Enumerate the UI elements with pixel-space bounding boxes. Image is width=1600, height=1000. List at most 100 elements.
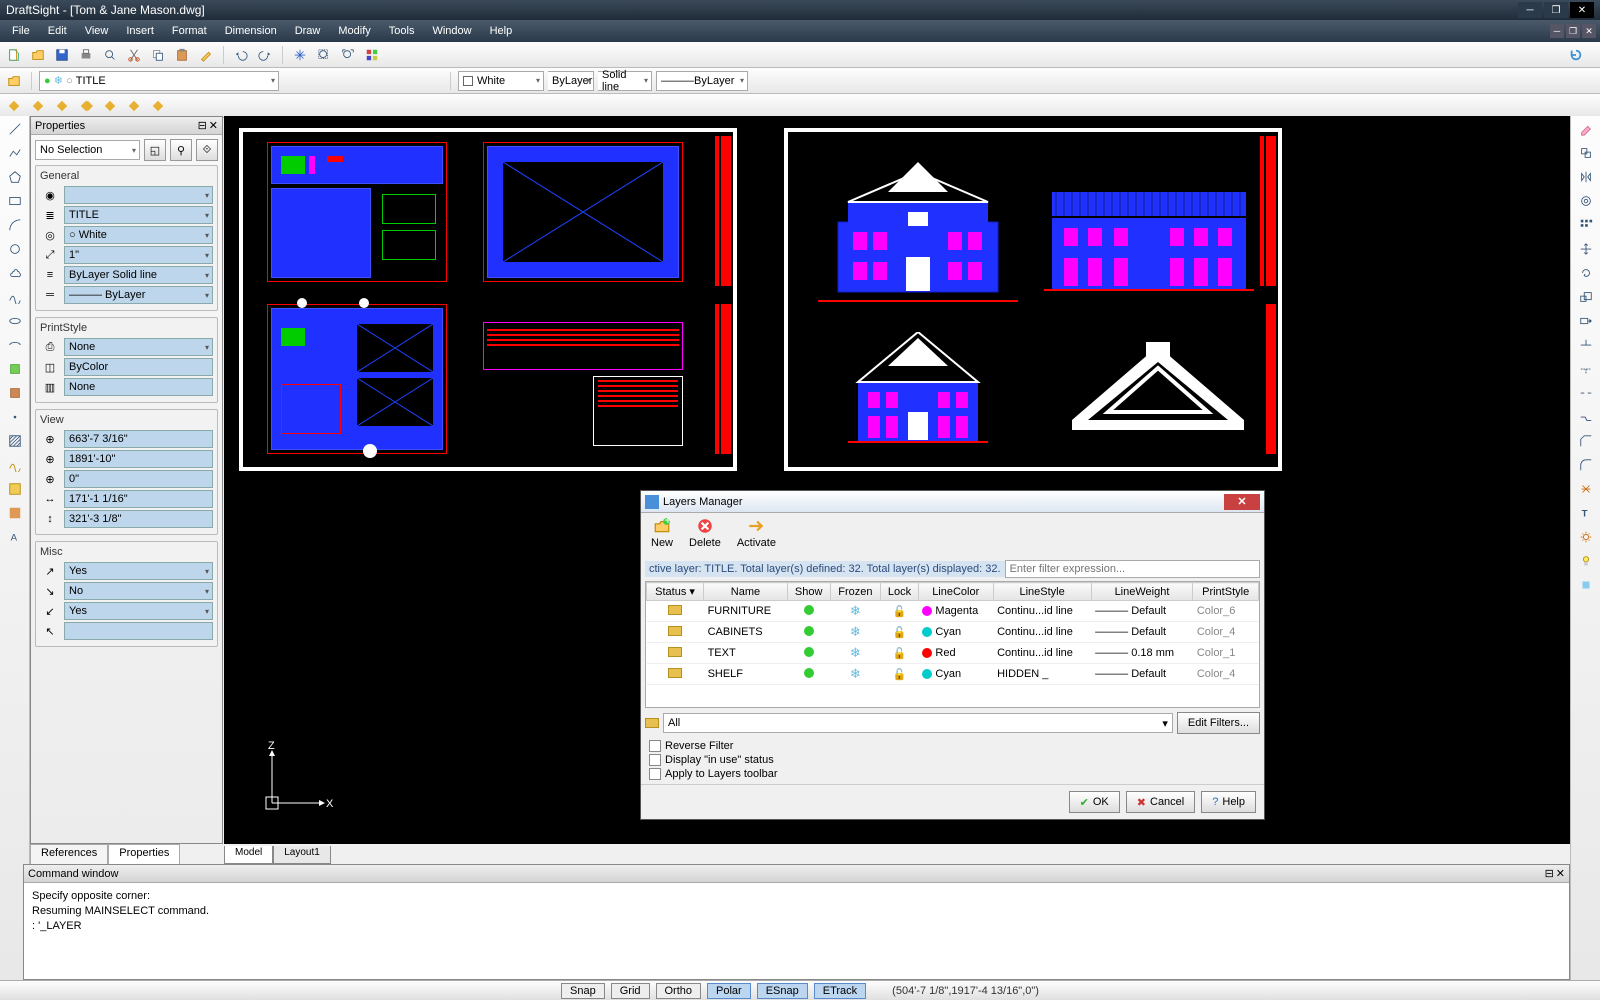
inuse-status-check[interactable]: Display "in use" status xyxy=(649,754,1256,766)
view-7-icon[interactable] xyxy=(148,96,168,116)
mtext-icon[interactable]: T xyxy=(1575,502,1597,524)
menu-dimension[interactable]: Dimension xyxy=(217,23,285,39)
layers-table[interactable]: Status ▾NameShowFrozenLockLineColorLineS… xyxy=(645,581,1260,708)
linestyle-dropdown[interactable]: Solid line xyxy=(598,71,652,91)
height-field[interactable]: 321'-3 1/8" xyxy=(64,510,213,528)
show-icon[interactable] xyxy=(804,626,814,636)
tab-model[interactable]: Model xyxy=(224,846,273,864)
ok-button[interactable]: ✔OK xyxy=(1069,791,1120,813)
menu-window[interactable]: Window xyxy=(424,23,479,39)
tab-references[interactable]: References xyxy=(30,844,108,864)
stretch-icon[interactable] xyxy=(1575,310,1597,332)
table-icon[interactable] xyxy=(4,502,26,524)
menu-help[interactable]: Help xyxy=(482,23,521,39)
status-etrack-button[interactable]: ETrack xyxy=(814,983,866,999)
spline-icon[interactable] xyxy=(4,286,26,308)
freeze-icon[interactable]: ❄ xyxy=(850,624,861,639)
redo-icon[interactable] xyxy=(255,45,275,65)
save-icon[interactable] xyxy=(52,45,72,65)
chamfer-icon[interactable] xyxy=(1575,430,1597,452)
copy-icon[interactable] xyxy=(148,45,168,65)
col-frozen[interactable]: Frozen xyxy=(830,583,881,601)
gradient-icon[interactable] xyxy=(4,454,26,476)
print-icon[interactable] xyxy=(76,45,96,65)
menu-edit[interactable]: Edit xyxy=(40,23,75,39)
status-polar-button[interactable]: Polar xyxy=(707,983,751,999)
new-layer-button[interactable]: +New xyxy=(651,517,673,549)
layer-row[interactable]: TEXT❄🔓RedContinu...id line——— 0.18 mmCol… xyxy=(647,643,1259,664)
circle-icon[interactable] xyxy=(4,238,26,260)
view-5-icon[interactable] xyxy=(100,96,120,116)
view-4-icon[interactable] xyxy=(76,96,96,116)
join-icon[interactable] xyxy=(1575,406,1597,428)
view-3-icon[interactable] xyxy=(52,96,72,116)
mdi-minimize-icon[interactable]: ─ xyxy=(1550,24,1564,38)
refresh-icon[interactable] xyxy=(1566,45,1586,65)
ellipse-icon[interactable] xyxy=(4,310,26,332)
array-icon[interactable] xyxy=(1575,214,1597,236)
col-lock[interactable]: Lock xyxy=(881,583,919,601)
menu-insert[interactable]: Insert xyxy=(118,23,162,39)
copy2-icon[interactable] xyxy=(1575,142,1597,164)
cz-field[interactable]: 0" xyxy=(64,470,213,488)
status-ortho-button[interactable]: Ortho xyxy=(656,983,702,999)
filter-dropdown[interactable]: All xyxy=(663,713,1173,733)
light-icon[interactable] xyxy=(1575,550,1597,572)
misc-b-field[interactable]: No xyxy=(64,582,213,600)
scale-field[interactable]: 1" xyxy=(64,246,213,264)
tab-layout1[interactable]: Layout1 xyxy=(273,846,331,864)
edit-filters-button[interactable]: Edit Filters... xyxy=(1177,712,1260,734)
text-icon[interactable]: A xyxy=(4,526,26,548)
mirror-icon[interactable] xyxy=(1575,166,1597,188)
col-status[interactable]: Status ▾ xyxy=(647,583,704,601)
select-pick-icon[interactable]: ◱ xyxy=(144,139,166,161)
layers-manager-icon[interactable] xyxy=(4,71,24,91)
layer-field[interactable]: TITLE xyxy=(64,206,213,224)
menu-view[interactable]: View xyxy=(77,23,117,39)
show-icon[interactable] xyxy=(804,605,814,615)
cmd-close-icon[interactable]: ✕ xyxy=(1556,867,1565,880)
offset-icon[interactable] xyxy=(1575,190,1597,212)
menu-draw[interactable]: Draw xyxy=(287,23,329,39)
selection-dropdown[interactable]: No Selection xyxy=(35,140,140,160)
mdi-restore-icon[interactable]: ❐ xyxy=(1566,24,1580,38)
help-button[interactable]: ?Help xyxy=(1201,791,1256,813)
tab-properties[interactable]: Properties xyxy=(108,844,180,864)
color-dropdown[interactable]: White xyxy=(458,71,544,91)
layer-row[interactable]: CABINETS❄🔓CyanContinu...id line——— Defau… xyxy=(647,622,1259,643)
zoom-extents-icon[interactable] xyxy=(338,45,358,65)
cx-field[interactable]: 663'-7 3/16" xyxy=(64,430,213,448)
misc-tool-icon[interactable] xyxy=(1575,574,1597,596)
print-style-field[interactable]: None xyxy=(64,338,213,356)
block-insert-icon[interactable] xyxy=(4,358,26,380)
apply-toolbar-check[interactable]: Apply to Layers toolbar xyxy=(649,768,1256,780)
misc-d-field[interactable] xyxy=(64,622,213,640)
block-make-icon[interactable] xyxy=(4,382,26,404)
status-snap-button[interactable]: Snap xyxy=(561,983,605,999)
dialog-close-button[interactable]: ✕ xyxy=(1224,494,1260,510)
lineweight-dropdown[interactable]: ——— ByLayer xyxy=(656,71,748,91)
view-6-icon[interactable] xyxy=(124,96,144,116)
move-icon[interactable] xyxy=(1575,238,1597,260)
new-file-icon[interactable] xyxy=(4,45,24,65)
minimize-button[interactable]: ─ xyxy=(1518,2,1542,18)
lineweight-field[interactable]: ——— ByLayer xyxy=(64,286,213,304)
menu-format[interactable]: Format xyxy=(164,23,215,39)
line-icon[interactable] xyxy=(4,118,26,140)
show-icon[interactable] xyxy=(804,668,814,678)
undo-icon[interactable] xyxy=(231,45,251,65)
arc-icon[interactable] xyxy=(4,214,26,236)
width-field[interactable]: 171'-1 1/16" xyxy=(64,490,213,508)
rotate-icon[interactable] xyxy=(1575,262,1597,284)
polyline-icon[interactable] xyxy=(4,142,26,164)
ellipse-arc-icon[interactable] xyxy=(4,334,26,356)
freeze-icon[interactable]: ❄ xyxy=(850,666,861,681)
layer-row[interactable]: FURNITURE❄🔓MagentaContinu...id line——— D… xyxy=(647,601,1259,622)
col-printstyle[interactable]: PrintStyle xyxy=(1193,583,1259,601)
view-1-icon[interactable] xyxy=(4,96,24,116)
status-grid-button[interactable]: Grid xyxy=(611,983,650,999)
linetype-dropdown[interactable]: ByLayer xyxy=(548,71,594,91)
close-button[interactable]: ✕ xyxy=(1570,2,1594,18)
revcloud-icon[interactable] xyxy=(4,262,26,284)
cancel-button[interactable]: ✖Cancel xyxy=(1126,791,1195,813)
